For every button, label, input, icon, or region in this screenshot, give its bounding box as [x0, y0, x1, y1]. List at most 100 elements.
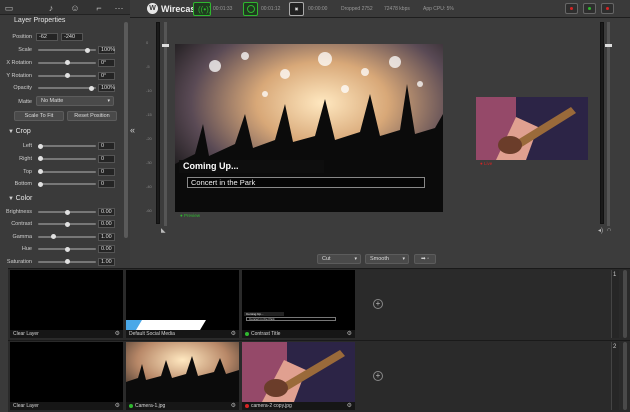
record-button[interactable] [243, 2, 258, 16]
crop-icon[interactable]: ⌐ [94, 3, 104, 13]
live-label: ● Live [480, 161, 493, 166]
x-rotation-value-field[interactable]: 0° [98, 58, 115, 67]
preview-monitor[interactable]: Coming Up... Concert in the Park [175, 44, 443, 212]
shot-label[interactable]: Clear Layer ⚙ [10, 330, 123, 338]
user-icon[interactable]: ☺ [70, 3, 80, 13]
brightness-slider[interactable] [38, 209, 96, 215]
hue-slider[interactable] [38, 246, 96, 252]
top-value-field[interactable]: 0 [98, 167, 115, 176]
gear-icon[interactable]: ⚙ [347, 330, 352, 338]
scale-value-field[interactable]: 100% [98, 46, 115, 54]
shot-label[interactable]: Clear Layer ⚙ [10, 402, 123, 410]
slider-knob[interactable] [64, 246, 70, 252]
contrast-value-field[interactable]: 0.00 [98, 220, 115, 229]
reset-position-button[interactable]: Reset Position [67, 111, 117, 121]
right-slider[interactable] [38, 156, 96, 162]
y-rotation-slider[interactable] [38, 73, 96, 79]
position-label: Position [12, 34, 32, 40]
color-section-header[interactable]: ▼ Color [8, 195, 32, 202]
top-slider[interactable] [38, 169, 96, 175]
shot-label-text: Contrast Title [251, 331, 281, 337]
shot-thumbnail[interactable] [126, 270, 239, 330]
saturation-slider[interactable] [38, 259, 96, 265]
transition-smooth-select[interactable]: Smooth ▾ [365, 254, 409, 264]
gear-icon[interactable]: ⚙ [231, 402, 236, 410]
gamma-slider[interactable] [38, 234, 96, 240]
gamma-value-field[interactable]: 1.00 [98, 232, 115, 241]
shot-thumbnail[interactable] [10, 270, 123, 330]
slider-knob[interactable] [38, 181, 43, 187]
disclosure-triangle-icon: ▼ [8, 129, 14, 135]
gear-icon[interactable]: ⚙ [115, 330, 120, 338]
shot-thumbnail[interactable]: Coming Up... Concert in the Park [242, 270, 355, 330]
left-value-field[interactable]: 0 [98, 142, 115, 150]
slider-knob[interactable] [38, 143, 43, 149]
status-button-1[interactable] [565, 3, 578, 14]
right-value-field[interactable]: 0 [98, 154, 115, 163]
saturation-label: Saturation [6, 258, 32, 265]
scale-slider[interactable] [38, 47, 96, 53]
slider-knob[interactable] [64, 73, 70, 79]
hue-value-field[interactable]: 0.00 [98, 245, 115, 254]
transition-cut-label: Cut [322, 256, 331, 262]
transition-cut-select[interactable]: Cut ▾ [317, 254, 361, 264]
headphones-icon[interactable]: ∩ [607, 227, 611, 233]
position-y-field[interactable]: -240 [61, 33, 83, 41]
shot-label[interactable]: camera-2 copy.jpg ⚙ [242, 402, 355, 410]
status-button-2[interactable] [583, 3, 596, 14]
saturation-value-field[interactable]: 1.00 [98, 257, 115, 266]
layer-scrollbar[interactable] [623, 342, 627, 410]
preview-volume-slider[interactable] [162, 22, 169, 226]
live-monitor[interactable] [476, 97, 588, 160]
collapse-panel-icon[interactable]: « [130, 125, 140, 135]
shot-label[interactable]: Contrast Title ⚙ [242, 330, 355, 338]
slider-knob[interactable] [64, 209, 70, 215]
more-icon[interactable]: ⋯ [114, 3, 124, 13]
record-time: 00:01:12 [261, 6, 281, 12]
stream-button[interactable]: ((•)) [193, 2, 211, 16]
slider-knob[interactable] [64, 60, 70, 66]
shot-label[interactable]: Default Social Media ⚙ [126, 330, 239, 338]
scale-to-fit-button[interactable]: Scale To Fit [14, 111, 64, 121]
layer-row-handle[interactable] [0, 340, 8, 412]
monitor-icon[interactable]: ▭ [4, 3, 14, 13]
slider-knob[interactable] [64, 259, 70, 265]
shot-label-text: Camera-1.jpg [135, 403, 166, 409]
left-panel-scrollbar[interactable] [124, 22, 128, 238]
shot-label[interactable]: Camera-1.jpg ⚙ [126, 402, 239, 410]
add-shot-button[interactable]: + [373, 299, 383, 309]
gear-icon[interactable]: ⚙ [231, 330, 236, 338]
go-button[interactable]: ➡ ◦ [414, 254, 436, 264]
x-rotation-slider[interactable] [38, 60, 96, 66]
layer-side-bar [611, 270, 619, 338]
slider-knob[interactable] [84, 47, 90, 53]
shot-thumbnail[interactable] [242, 342, 355, 402]
crop-section-header[interactable]: ▼ Crop [8, 128, 31, 135]
concert-thumbnail-image [126, 342, 239, 402]
layer-scrollbar[interactable] [623, 270, 627, 338]
volume-handle[interactable] [162, 44, 169, 47]
y-rotation-value-field[interactable]: 0° [98, 71, 115, 80]
audio-monitor-icon[interactable]: ◣ [161, 227, 166, 234]
iso-record-button[interactable]: ▣ [289, 2, 304, 16]
left-slider[interactable] [38, 143, 96, 149]
opacity-value-field[interactable]: 100% [98, 84, 115, 93]
matte-select[interactable]: No Matte ▾ [36, 96, 114, 106]
add-shot-button[interactable]: + [373, 371, 383, 381]
brightness-value-field[interactable]: 0.00 [98, 208, 115, 216]
bottom-value-field[interactable]: 0 [98, 180, 115, 189]
volume-handle[interactable] [605, 44, 612, 47]
gear-icon[interactable]: ⚙ [347, 402, 352, 410]
gear-icon[interactable]: ⚙ [115, 402, 120, 410]
slider-knob[interactable] [64, 221, 70, 227]
shot-thumbnail[interactable] [126, 342, 239, 402]
speaker-icon[interactable]: ◂) [598, 227, 603, 234]
layer-side-bar [611, 342, 619, 410]
live-volume-slider[interactable] [605, 22, 612, 226]
shot-thumbnail[interactable] [10, 342, 123, 402]
speaker-icon[interactable]: ♪ [46, 3, 56, 13]
dropped-frames: Dropped 2752 [341, 6, 373, 12]
position-x-field[interactable]: -62 [36, 33, 58, 41]
layer-row-handle[interactable] [0, 268, 8, 340]
status-button-3[interactable] [601, 3, 614, 14]
